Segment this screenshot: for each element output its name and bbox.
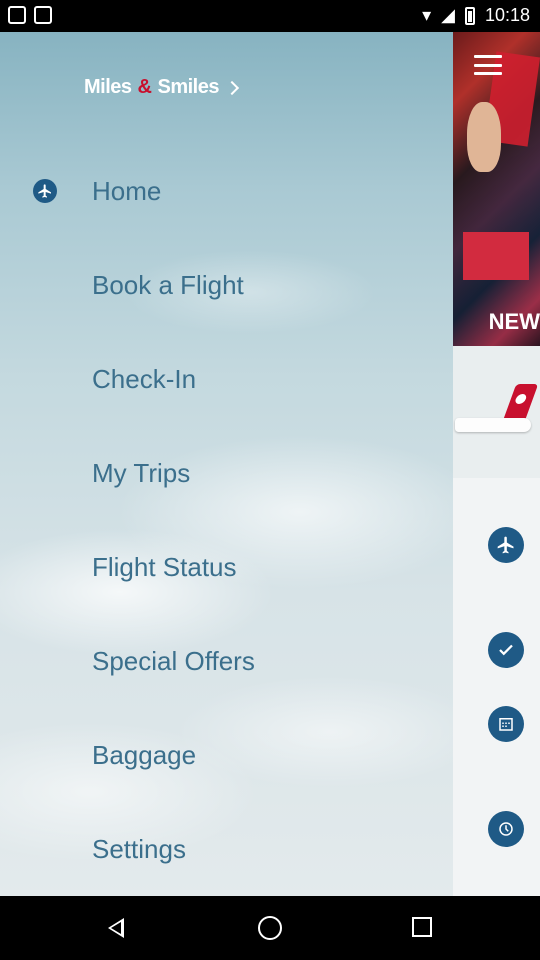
system-navigation-bar [0,896,540,960]
brand-name-part1: Miles [84,76,132,98]
my-trips-calendar-icon[interactable] [488,706,524,742]
recent-apps-icon[interactable] [412,917,432,937]
brand-link[interactable]: Miles & Smiles [84,76,240,99]
notification-icon [8,6,26,24]
menu-label: Settings [92,833,186,864]
promo-image-sign [463,232,529,280]
promo-banner[interactable]: NEW [453,32,540,346]
navigation-drawer: Miles & Smiles Home Book a Flight Check-In… [0,32,453,896]
check-in-checkmark-icon[interactable] [488,632,524,668]
menu-item-flight-status[interactable]: Flight Status [0,520,453,614]
battery-icon [464,6,475,25]
menu-item-book-a-flight[interactable]: Book a Flight [0,238,453,332]
chevron-right-icon [224,80,240,95]
menu-label: Baggage [92,739,197,770]
menu-item-settings[interactable]: Settings [0,802,453,896]
menu-item-my-trips[interactable]: My Trips [0,426,453,520]
menu-item-special-offers[interactable]: Special Offers [0,614,453,708]
airplane-body [455,418,531,432]
menu-item-check-in[interactable]: Check-In [0,332,453,426]
hamburger-menu-icon[interactable] [474,55,502,75]
signal-icon: ◢ [441,5,455,25]
airplane-image [453,346,540,478]
back-icon[interactable] [108,918,124,938]
menu-label: Special Offers [92,645,255,676]
menu-label: Flight Status [92,551,237,582]
menu-label: My Trips [92,457,191,488]
book-flight-plane-icon[interactable] [488,527,524,563]
home-icon[interactable] [258,916,282,940]
brand-name-part2: Smiles [157,76,219,98]
wifi-icon: ▾ [422,5,432,25]
menu-label: Home [92,175,162,206]
menu-label: Book a Flight [92,269,244,300]
clock: 10:18 [484,5,530,25]
status-bar: ▾ ◢ 10:18 [0,0,540,32]
plane-icon [33,179,57,203]
background-screen: NEW [453,32,540,896]
flight-status-clock-icon[interactable] [488,811,524,847]
brand-ampersand: & [137,76,152,98]
menu-label: Check-In [92,363,197,394]
menu-item-home[interactable]: Home [0,144,453,238]
promo-text: NEW [488,309,540,334]
status-right: ▾ ◢ 10:18 [422,5,530,26]
promo-image-face [467,102,501,172]
notification-icon [34,6,52,24]
notification-icons [8,6,52,24]
menu-item-baggage[interactable]: Baggage [0,708,453,802]
